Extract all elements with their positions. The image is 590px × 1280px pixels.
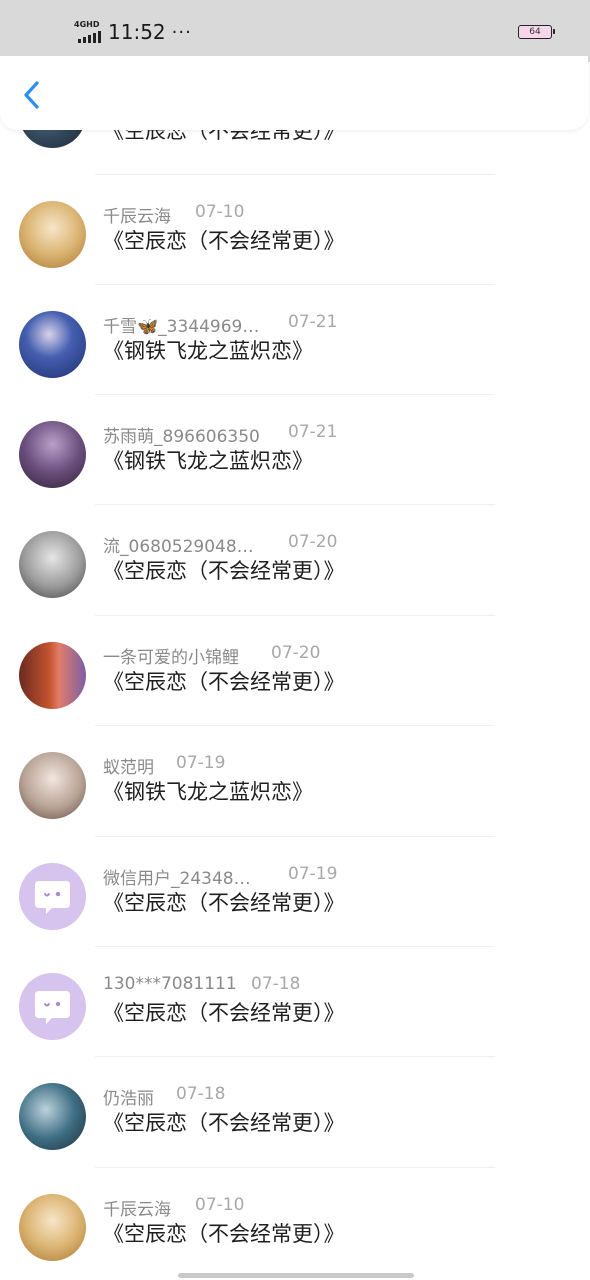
avatar[interactable] xyxy=(19,863,86,930)
item-date: 07-18 xyxy=(176,1084,226,1104)
divider xyxy=(95,1056,495,1057)
divider xyxy=(95,725,495,726)
user-name[interactable]: 蚁范明 xyxy=(103,753,176,778)
user-name[interactable]: 千辰云海 xyxy=(103,202,195,227)
user-name[interactable]: 千雪🦋_3344969… xyxy=(103,312,288,337)
item-meta: 微信用户_24348… 07-19 xyxy=(103,864,337,889)
divider xyxy=(95,284,495,285)
user-name[interactable]: 一条可爱的小锦鲤 xyxy=(103,643,271,668)
item-meta: 千雪🦋_3344969… 07-21 xyxy=(103,312,337,337)
user-name[interactable]: 苏雨萌_896606350 xyxy=(103,422,288,447)
item-date: 07-21 xyxy=(288,312,338,332)
nav-bar xyxy=(0,56,588,130)
user-name[interactable]: 流_0680529048… xyxy=(103,532,288,557)
list-item[interactable]: 千辰云海 07-10 《空辰恋（不会经常更）》 xyxy=(0,201,590,312)
item-text: 《空辰恋（不会经常更）》 xyxy=(103,229,345,253)
item-text: 《空辰恋（不会经常更）》 xyxy=(103,559,345,583)
item-text: 《钢铁飞龙之蓝炽恋》 xyxy=(103,339,313,363)
item-meta: 130***7081111 07-18 xyxy=(103,974,300,994)
item-meta: 千辰云海 07-10 xyxy=(103,1195,244,1220)
avatar[interactable] xyxy=(19,752,86,819)
item-meta: 仍浩丽 07-18 xyxy=(103,1084,225,1109)
item-date: 07-18 xyxy=(251,974,301,994)
item-text: 《空辰恋（不会经常更）》 xyxy=(103,1111,345,1135)
divider xyxy=(95,174,495,175)
avatar[interactable] xyxy=(19,201,86,268)
chevron-left-icon xyxy=(24,81,39,109)
user-name[interactable]: 微信用户_24348… xyxy=(103,864,288,889)
list-item[interactable]: 蚁范明 07-19 《钢铁飞龙之蓝炽恋》 xyxy=(0,752,590,863)
list-item[interactable]: 微信用户_24348… 07-19 《空辰恋（不会经常更）》 xyxy=(0,863,590,974)
avatar[interactable] xyxy=(19,421,86,488)
comment-list: 《空辰恋（不会经常更）》 千辰云海 07-10 《空辰恋（不会经常更）》 千雪🦋_334… xyxy=(0,0,590,1280)
list-item[interactable]: 苏雨萌_896606350 07-21 《钢铁飞龙之蓝炽恋》 xyxy=(0,421,590,532)
divider xyxy=(95,1167,495,1168)
avatar[interactable] xyxy=(19,642,86,709)
home-indicator[interactable] xyxy=(178,1273,414,1278)
item-text: 《空辰恋（不会经常更）》 xyxy=(103,670,345,694)
divider xyxy=(95,615,495,616)
item-date: 07-20 xyxy=(288,532,338,552)
divider xyxy=(95,946,495,947)
chat-bubble-icon xyxy=(35,881,70,914)
item-text: 《空辰恋（不会经常更）》 xyxy=(103,1222,345,1246)
avatar[interactable] xyxy=(19,531,86,598)
avatar[interactable] xyxy=(19,973,86,1040)
divider xyxy=(95,504,495,505)
user-name[interactable]: 千辰云海 xyxy=(103,1195,195,1220)
list-item[interactable]: 千辰云海 07-10 《空辰恋（不会经常更）》 xyxy=(0,1194,590,1280)
item-text: 《空辰恋（不会经常更）》 xyxy=(103,891,345,915)
item-date: 07-10 xyxy=(195,202,245,222)
divider xyxy=(95,836,495,837)
item-date: 07-20 xyxy=(271,643,321,663)
item-text: 《钢铁飞龙之蓝炽恋》 xyxy=(103,780,313,804)
avatar[interactable] xyxy=(19,1194,86,1261)
item-meta: 一条可爱的小锦鲤 07-20 xyxy=(103,643,320,668)
avatar[interactable] xyxy=(19,1083,86,1150)
list-item[interactable]: 一条可爱的小锦鲤 07-20 《空辰恋（不会经常更）》 xyxy=(0,642,590,753)
item-date: 07-19 xyxy=(288,864,338,884)
item-text: 《空辰恋（不会经常更）》 xyxy=(103,1001,345,1025)
item-text: 《钢铁飞龙之蓝炽恋》 xyxy=(103,449,313,473)
list-item[interactable]: 千雪🦋_3344969… 07-21 《钢铁飞龙之蓝炽恋》 xyxy=(0,311,590,422)
item-meta: 蚁范明 07-19 xyxy=(103,753,225,778)
user-name[interactable]: 仍浩丽 xyxy=(103,1084,176,1109)
list-item[interactable]: 仍浩丽 07-18 《空辰恋（不会经常更）》 xyxy=(0,1083,590,1194)
item-date: 07-21 xyxy=(288,422,338,442)
item-date: 07-19 xyxy=(176,753,226,773)
item-meta: 苏雨萌_896606350 07-21 xyxy=(103,422,337,447)
divider xyxy=(95,394,495,395)
list-item[interactable]: 流_0680529048… 07-20 《空辰恋（不会经常更）》 xyxy=(0,531,590,642)
item-meta: 千辰云海 07-10 xyxy=(103,202,244,227)
back-button[interactable] xyxy=(18,80,46,110)
item-meta: 流_0680529048… 07-20 xyxy=(103,532,337,557)
list-item[interactable]: 130***7081111 07-18 《空辰恋（不会经常更）》 xyxy=(0,973,590,1084)
user-name[interactable]: 130***7081111 xyxy=(103,974,251,994)
chat-bubble-icon xyxy=(35,991,70,1024)
avatar[interactable] xyxy=(19,311,86,378)
item-date: 07-10 xyxy=(195,1195,245,1215)
